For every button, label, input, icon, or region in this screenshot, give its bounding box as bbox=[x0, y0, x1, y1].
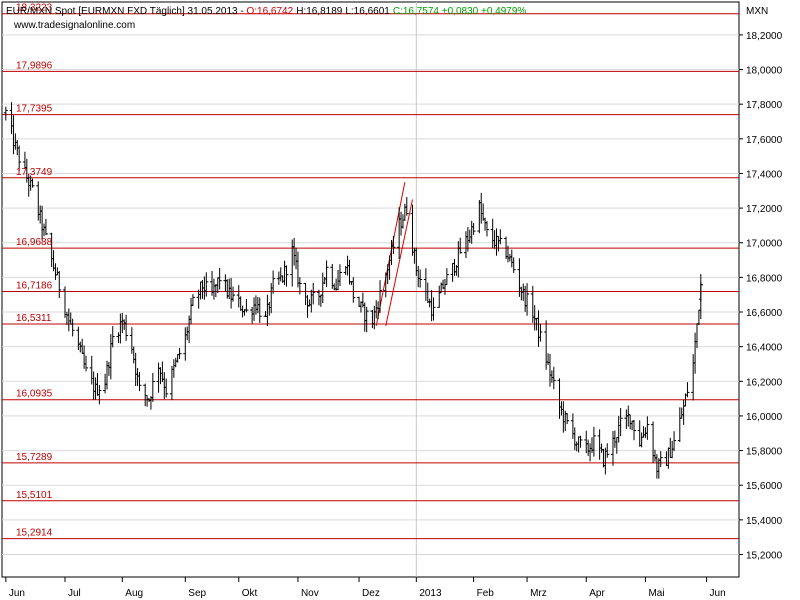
level-label: 16,0935 bbox=[16, 389, 53, 400]
y-tick-label: 16,2000 bbox=[746, 377, 783, 388]
level-label: 16,5311 bbox=[16, 313, 52, 324]
y-tick-label: 17,6000 bbox=[746, 135, 783, 146]
x-tick-label: Mrz bbox=[530, 588, 547, 599]
header-low: L:16,6601 bbox=[345, 6, 390, 17]
level-label: 15,5101 bbox=[16, 490, 53, 501]
y-tick-label: 15,8000 bbox=[746, 447, 783, 458]
y-tick-label: 17,2000 bbox=[746, 204, 783, 215]
y-tick-label: 16,4000 bbox=[746, 343, 783, 354]
y-tick-label: 17,4000 bbox=[746, 169, 783, 180]
level-label: 15,2914 bbox=[16, 528, 53, 539]
ohlc-chart[interactable]: 18,322317,989617,739517,374916,968816,71… bbox=[0, 0, 800, 600]
header-instrument: EUR/MXN Spot [EURMXN FXD Täglich] 31.05.… bbox=[6, 6, 246, 17]
x-tick-label: Jul bbox=[68, 588, 81, 599]
level-label: 17,3749 bbox=[16, 167, 53, 178]
y-tick-label: 16,6000 bbox=[746, 308, 783, 319]
x-tick-label: Jun bbox=[9, 588, 25, 599]
currency-label: MXN bbox=[746, 6, 768, 17]
x-tick-label: Nov bbox=[301, 588, 319, 599]
x-tick-label: Dez bbox=[362, 588, 380, 599]
x-tick-label: 2013 bbox=[419, 588, 442, 599]
x-tick-label: Aug bbox=[125, 588, 143, 599]
y-tick-label: 17,0000 bbox=[746, 239, 783, 250]
x-tick-label: Jun bbox=[710, 588, 726, 599]
header-high: H:16,8189 bbox=[296, 6, 343, 17]
level-label: 15,7289 bbox=[16, 452, 53, 463]
level-label: 16,7186 bbox=[16, 280, 53, 291]
y-tick-label: 15,4000 bbox=[746, 516, 783, 527]
header-line: EUR/MXN Spot [EURMXN FXD Täglich] 31.05.… bbox=[6, 6, 526, 17]
plot-area[interactable] bbox=[1, 1, 740, 578]
y-tick-label: 18,0000 bbox=[746, 66, 783, 77]
x-axis: Jun Jul Aug Sep Okt Nov Dez 2013 Feb Mrz Apr Mai Jun bbox=[5, 577, 726, 599]
y-tick-label: 16,0000 bbox=[746, 412, 783, 423]
x-tick-label: Feb bbox=[477, 588, 495, 599]
y-tick-label: 18,2000 bbox=[746, 31, 783, 42]
x-tick-label: Mai bbox=[648, 588, 664, 599]
y-axis: 15,2000 15,4000 15,6000 15,8000 16,0000 16,20… bbox=[739, 31, 783, 561]
level-label: 17,9896 bbox=[16, 60, 53, 71]
header-open: O:16,6742 bbox=[246, 6, 293, 17]
y-tick-label: 17,8000 bbox=[746, 100, 783, 111]
y-tick-label: 15,6000 bbox=[746, 481, 783, 492]
y-tick-label: 15,2000 bbox=[746, 550, 783, 561]
y-tick-label: 16,8000 bbox=[746, 273, 783, 284]
level-label: 17,7395 bbox=[16, 104, 53, 115]
x-tick-label: Sep bbox=[188, 588, 206, 599]
watermark: www.tradesignalonline.com bbox=[13, 20, 135, 31]
level-label: 16,9688 bbox=[16, 237, 53, 248]
x-tick-label: Apr bbox=[589, 588, 605, 599]
header-close: C:16,7574 +0,0830 +0,4979% bbox=[393, 6, 527, 17]
x-tick-label: Okt bbox=[242, 588, 258, 599]
